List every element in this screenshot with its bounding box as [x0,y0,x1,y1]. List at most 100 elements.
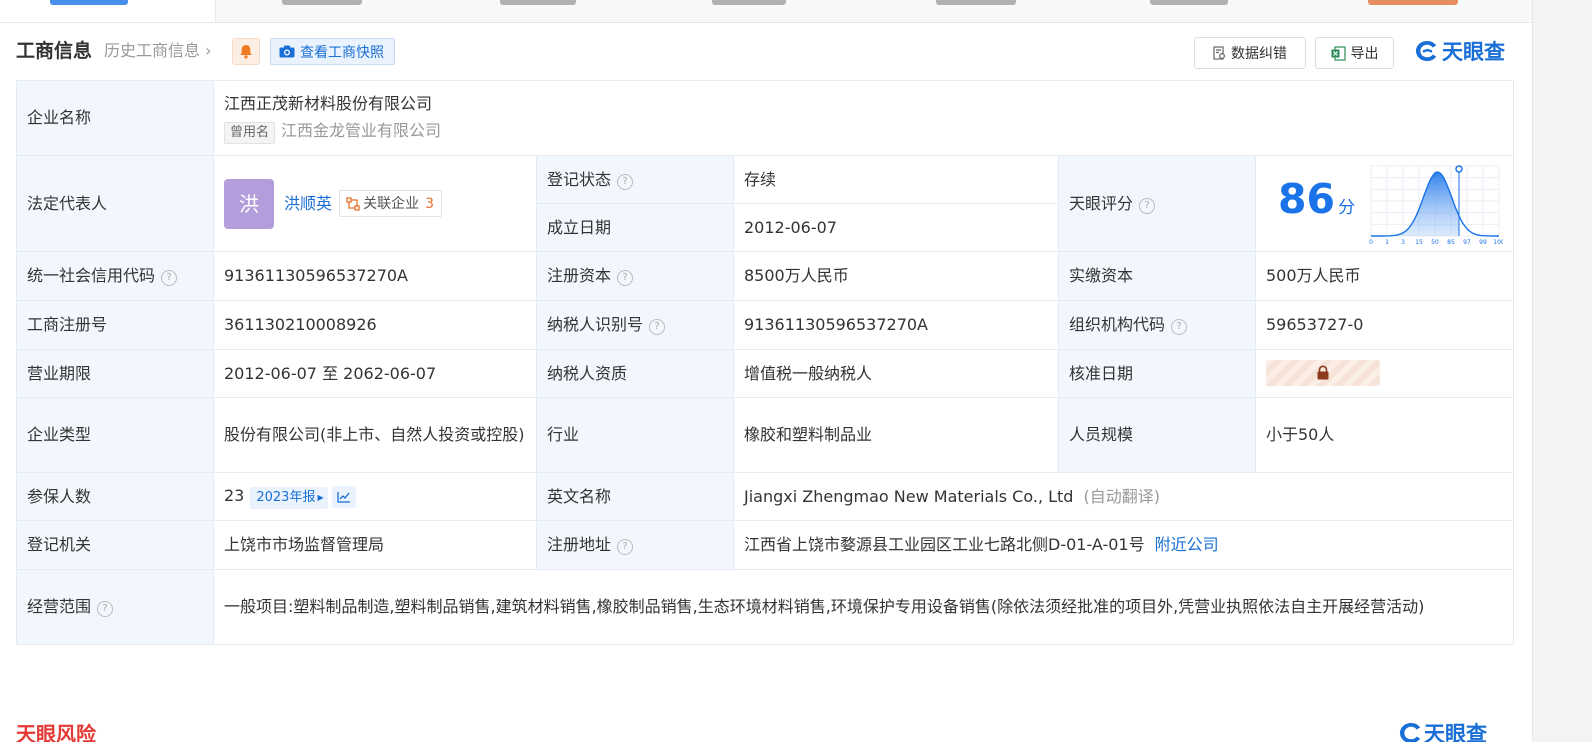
export-button[interactable]: 导出 [1315,37,1394,69]
top-tab-bar[interactable] [0,0,1532,23]
excel-icon [1331,45,1346,61]
snapshot-button[interactable]: 查看工商快照 [270,38,395,65]
paid-capital-label: 实缴资本 [1058,251,1256,301]
nearby-companies-link[interactable]: 附近公司 [1155,535,1219,554]
score-label: 天眼评分? [1058,155,1256,252]
english-name-cell: Jiangxi Zhengmao New Materials Co., Ltd (… [732,472,1515,521]
table-row: 营业期限 2012-06-07 至 2062-06-07 纳税人资质 增值税一般… [16,349,1515,398]
related-companies-button[interactable]: 关联企业 3 [339,190,443,217]
tab-fragment [282,0,362,5]
score-value: 86 [1278,175,1336,223]
taxpayer-id-value: 91361130596537270A [733,300,1059,350]
staff-label: 人员规模 [1058,397,1256,473]
taxpayer-qual-label: 纳税人资质 [536,349,734,398]
page-container: 工商信息 历史工商信息 › 查看工商快照 数据纠错 导出 天眼查 企业名称 江西… [0,0,1532,742]
help-icon[interactable]: ? [649,319,666,335]
former-name-tag: 曾用名 [224,122,276,144]
insured-label: 参保人数 [16,472,214,521]
data-correction-button[interactable]: 数据纠错 [1194,37,1306,69]
locked-value[interactable] [1266,359,1380,386]
table-row: 企业类型 股份有限公司(非上市、自然人投资或控股) 行业 橡胶和塑料制品业 人员… [16,397,1515,473]
tab-fragment [712,0,786,5]
address-value: 江西省上饶市婺源县工业园区工业七路北侧D-01-A-01号 [744,535,1145,554]
insured-cell: 23 2023年报 ▶ [213,472,537,521]
score-cell[interactable]: 86 分 0 1 3 15 50 85 97 99 100 [1254,155,1515,252]
table-row: 工商注册号 361130210008926 纳税人识别号? 9136113059… [16,300,1515,350]
status-label: 登记状态? [536,155,734,204]
chevron-right-icon: › [205,41,212,60]
score-axis-tick: 85 [1447,239,1455,246]
founded-value: 2012-06-07 [733,203,1059,252]
edit-doc-icon [1213,46,1226,60]
tab-fragment [936,0,1016,5]
insured-value: 23 [224,486,245,505]
tianyancha-logo: 天眼查 [1414,37,1505,65]
score-axis-tick: 100 [1493,239,1503,246]
avatar[interactable]: 洪 [224,178,274,229]
page-scrollbar[interactable] [1532,0,1592,742]
score-axis-tick: 97 [1463,239,1471,246]
table-row: 法定代表人 洪洪顺英 关联企业 3 登记状态? 存续 天眼评分? 86 分 0 1 3 1… [16,155,1515,252]
company-name: 江西正茂新材料股份有限公司 [224,94,433,113]
help-icon[interactable]: ? [97,601,114,617]
tab-fragment [50,0,128,5]
risk-section-title: 天眼风险 [16,722,96,742]
score-axis-tick: 99 [1479,239,1487,246]
reg-capital-label: 注册资本? [536,251,734,301]
help-icon[interactable]: ? [1139,197,1156,214]
english-name-label: 英文名称 [536,472,734,521]
company-name-cell: 江西正茂新材料股份有限公司 曾用名 江西金龙管业有限公司 [212,80,1515,156]
term-label: 营业期限 [16,349,214,398]
org-code-value: 59653727-0 [1254,300,1515,350]
scope-value: 一般项目:塑料制品制造,塑料制品销售,建筑材料销售,橡胶制品销售,生态环境材料销… [212,569,1515,645]
org-code-label: 组织机构代码? [1058,300,1256,350]
eye-logo-icon [1416,41,1437,61]
score-axis-tick: 50 [1431,239,1439,246]
score-unit: 分 [1338,198,1356,218]
reg-no-value: 361130210008926 [213,300,537,350]
legal-rep-cell: 洪洪顺英 关联企业 3 [213,155,537,252]
authority-value: 上饶市市场监督管理局 [213,520,537,570]
tab-fragment [1150,0,1228,5]
reg-no-label: 工商注册号 [16,300,214,350]
score-marker-dot [1455,164,1463,173]
help-icon[interactable]: ? [617,539,634,555]
help-icon[interactable]: ? [617,173,634,190]
help-icon[interactable]: ? [1171,319,1188,335]
taxpayer-qual-value: 增值税一般纳税人 [733,349,1059,398]
table-row: 登记机关 上饶市市场监督管理局 注册地址? 江西省上饶市婺源县工业园区工业七路北… [16,520,1515,570]
bell-icon[interactable] [232,38,260,65]
lock-icon [1317,365,1329,380]
scope-label: 经营范围? [16,569,214,645]
annual-report-tag[interactable]: 2023年报 ▶ [250,487,328,509]
eye-logo-icon [1400,723,1421,742]
tianyancha-logo-2: 天眼查 [1398,718,1487,742]
status-value: 存续 [733,155,1059,204]
tab-fragment [500,0,576,5]
authority-label: 登记机关 [16,520,214,570]
company-name-label: 企业名称 [16,80,214,156]
trend-chart-icon[interactable] [331,485,356,508]
credit-code-label: 统一社会信用代码? [16,251,214,301]
table-row: 参保人数 23 2023年报 ▶ 英文名称 Jiangxi Zhengmao New… [16,472,1515,521]
reg-capital-value: 8500万人民币 [733,251,1059,301]
section-title: 工商信息 [16,40,93,62]
network-icon [346,196,360,211]
history-link[interactable]: 历史工商信息 › [104,37,212,65]
score-axis-tick: 1 [1385,239,1389,246]
table-row: 企业名称 江西正茂新材料股份有限公司 曾用名 江西金龙管业有限公司 [16,80,1515,156]
company-type-value: 股份有限公司(非上市、自然人投资或控股) [213,397,537,473]
address-label: 注册地址? [536,520,734,570]
section-header: 工商信息 历史工商信息 › 查看工商快照 数据纠错 导出 天眼查 [16,37,1516,69]
help-icon[interactable]: ? [617,270,634,286]
staff-value: 小于50人 [1254,397,1515,473]
auto-translate-note: (自动翻译) [1083,486,1160,506]
industry-value: 橡胶和塑料制品业 [733,397,1059,473]
term-value: 2012-06-07 至 2062-06-07 [213,349,537,398]
table-row: 经营范围? 一般项目:塑料制品制造,塑料制品销售,建筑材料销售,橡胶制品销售,生… [16,569,1515,645]
legal-rep-name[interactable]: 洪顺英 [284,194,332,213]
related-count: 3 [425,195,435,212]
help-icon[interactable]: ? [161,270,178,286]
score-axis-tick: 15 [1415,239,1423,246]
triangle-right-icon: ▶ [317,493,324,502]
